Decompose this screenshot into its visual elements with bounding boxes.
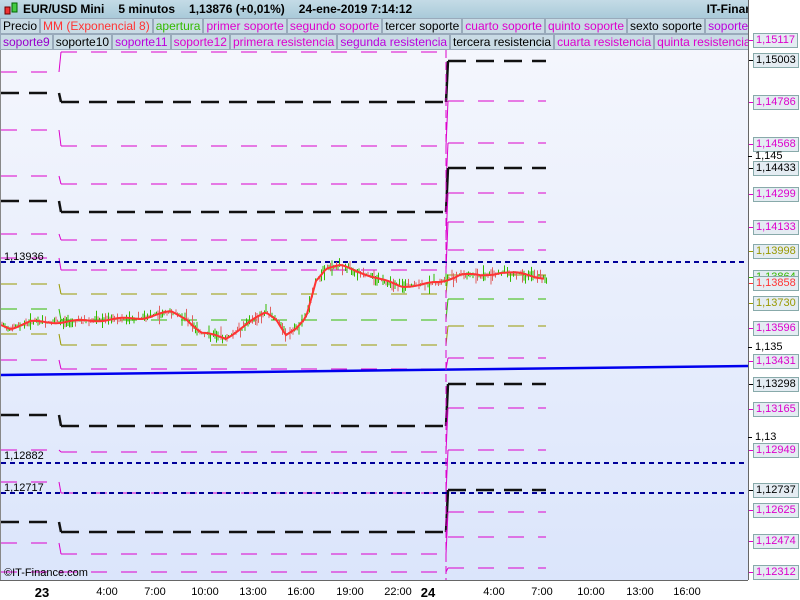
price-label: 1,13998 — [749, 244, 799, 259]
level-label: 1,13936 — [4, 251, 44, 263]
trend-line — [1, 364, 748, 377]
price-label: 1,15003 — [749, 53, 799, 68]
chart-canvas — [1, 50, 748, 580]
time-label: 16:00 — [287, 586, 315, 598]
support-resistance-level — [1, 166, 546, 214]
legend-item[interactable]: tercer soporte — [382, 18, 463, 34]
support-resistance-level — [1, 192, 546, 241]
time-label: 4:00 — [483, 586, 505, 598]
price-label: 1,13431 — [749, 354, 799, 369]
price-label: 1,14433 — [749, 161, 799, 176]
price-chart[interactable]: 1,13936 1,12882 1,12717 ©IT-Finance.com — [0, 50, 748, 580]
legend-item[interactable]: cuarto soporte — [462, 18, 545, 34]
support-resistance-level — [1, 51, 446, 73]
legend-item[interactable]: quinta resistencia — [654, 34, 748, 50]
watermark: ©IT-Finance.com — [4, 567, 88, 579]
support-resistance-level — [1, 382, 546, 428]
interval: 5 minutos — [118, 2, 176, 16]
legend-item[interactable]: soporte11 — [112, 34, 171, 50]
legend-item[interactable]: soporte9 — [0, 34, 53, 50]
price-label: 1,14299 — [749, 187, 799, 202]
legend-row-1: Precio MM (Exponencial 8) apertura primer s… — [0, 18, 800, 34]
time-label: 13:00 — [239, 586, 267, 598]
level-label: 1,12882 — [4, 450, 44, 462]
price-label: 1,12625 — [749, 503, 799, 518]
instrument-name: EUR/USD Mini — [23, 2, 105, 16]
level-label: 1,12717 — [4, 482, 44, 494]
time-label: 24 — [420, 585, 436, 600]
price-label: 1,12312 — [749, 565, 799, 580]
datetime: 24-ene-2019 7:14:12 — [298, 2, 413, 16]
legend-item[interactable]: segunda resistencia — [337, 34, 451, 50]
support-resistance-level — [1, 325, 546, 346]
legend-item[interactable]: tercera resistencia — [450, 34, 555, 50]
time-label: 16:00 — [673, 586, 701, 598]
price-label: 1,13596 — [749, 321, 799, 336]
legend-row-2: soporte9 soporte10 soporte11 soporte12 prime… — [0, 34, 748, 50]
price-label: 1,13730 — [749, 296, 799, 311]
title-bar: EUR/USD Mini 5 minutos 1,13876 (+0,01%) 24-… — [0, 0, 800, 18]
time-axis[interactable]: 23 4:00 7:00 10:00 13:00 16:00 19:00 22:00 24 4:0… — [0, 580, 748, 600]
support-resistance-level — [1, 449, 546, 494]
legend-item[interactable]: sexto soporte — [627, 18, 706, 34]
time-label: 22:00 — [384, 586, 412, 598]
support-resistance-level — [1, 100, 546, 147]
price-label: 1,14133 — [749, 220, 799, 235]
time-label: 13:00 — [626, 586, 654, 598]
legend-item[interactable]: soporte12 — [170, 34, 230, 50]
time-label: 23 — [34, 585, 50, 600]
legend-item[interactable]: soporte10 — [52, 34, 113, 50]
legend-item[interactable]: Precio — [0, 18, 41, 34]
price-bars — [1, 258, 547, 344]
legend-item[interactable]: apertura — [152, 18, 204, 34]
price-label: 1,14786 — [749, 95, 799, 110]
legend-item[interactable]: MM (Exponencial 8) — [40, 18, 153, 34]
price-axis[interactable]: 1,15117 1,15003 1,14786 1,14568 1,145 1,14433… — [747, 0, 800, 580]
price-label: 1,13298 — [749, 377, 799, 392]
legend-item[interactable]: primera resistencia — [229, 34, 338, 50]
support-resistance-level — [1, 407, 546, 453]
time-label: 10:00 — [577, 586, 605, 598]
price-label: 1,13858 — [749, 276, 799, 291]
support-resistance-level — [1, 357, 546, 370]
price-label: 1,15117 — [749, 33, 798, 48]
price-label: 1,12737 — [749, 483, 799, 498]
support-resistance-level — [1, 142, 546, 185]
time-label: 19:00 — [336, 586, 364, 598]
price-label: 1,135 — [748, 341, 783, 353]
legend-item[interactable]: primer soporte — [203, 18, 287, 34]
last-price: 1,13876 (+0,01%) — [189, 2, 285, 16]
support-resistance-level — [1, 59, 546, 104]
legend-item[interactable]: quinto soporte — [544, 18, 628, 34]
support-resistance-level — [1, 488, 546, 534]
time-label: 4:00 — [96, 586, 118, 598]
ema-line — [1, 263, 545, 340]
legend-item[interactable]: cuarta resistencia — [554, 34, 655, 50]
legend-item[interactable]: segundo soporte — [286, 18, 383, 34]
time-label: 7:00 — [531, 586, 553, 598]
price-label: 1,12474 — [749, 534, 799, 549]
candlestick-icon — [4, 2, 18, 15]
time-label: 7:00 — [144, 586, 166, 598]
price-label: 1,13165 — [749, 402, 799, 417]
price-label: 1,12949 — [749, 443, 799, 458]
time-label: 10:00 — [191, 586, 219, 598]
